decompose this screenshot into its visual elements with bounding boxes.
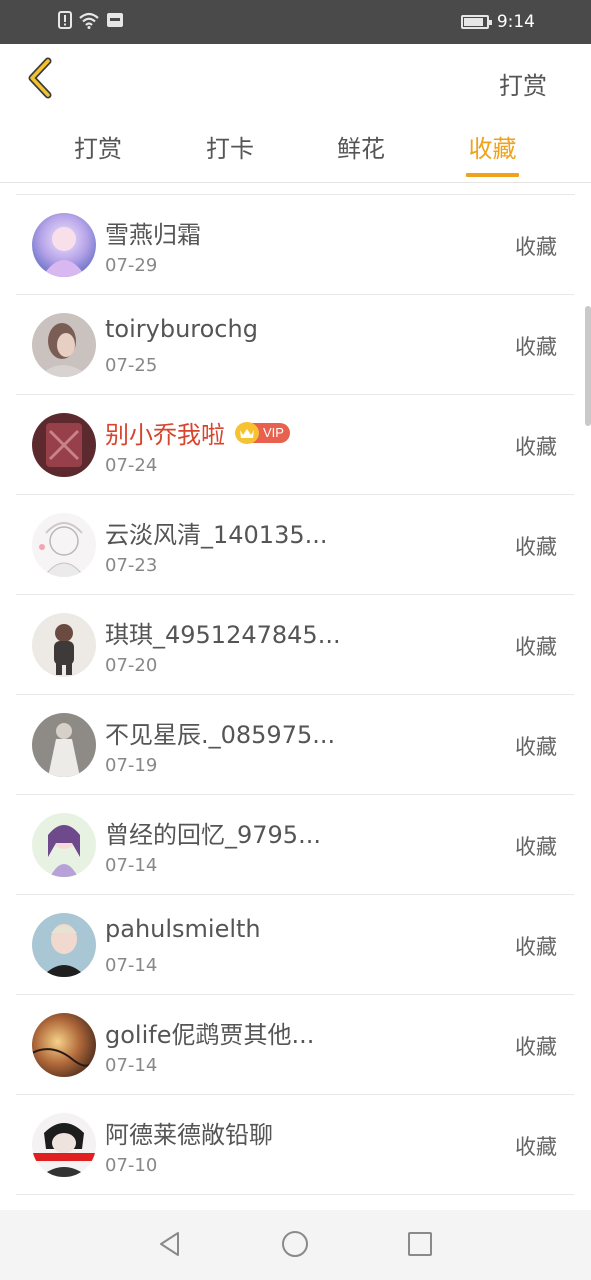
tab-label: 鲜花 bbox=[337, 135, 385, 163]
avatar[interactable] bbox=[32, 513, 96, 577]
date: 07-20 bbox=[105, 655, 158, 676]
tab-xianhua[interactable]: 鲜花 bbox=[335, 129, 387, 175]
date: 07-14 bbox=[105, 955, 158, 976]
list-item[interactable]: pahulsmielth 07-14 收藏 bbox=[16, 895, 574, 995]
favorite-label: 收藏 bbox=[515, 1035, 557, 1059]
favorite-label: 收藏 bbox=[515, 835, 557, 859]
back-button[interactable] bbox=[18, 56, 62, 104]
avatar[interactable] bbox=[32, 313, 96, 377]
date: 07-14 bbox=[105, 855, 158, 876]
tab-label: 打赏 bbox=[74, 135, 122, 163]
status-icons-right: 9:14 bbox=[460, 10, 535, 34]
wifi-icon bbox=[78, 11, 100, 33]
nav-home-button[interactable] bbox=[277, 1228, 313, 1264]
nav-recents-button[interactable] bbox=[402, 1228, 438, 1264]
back-triangle-icon bbox=[156, 1230, 184, 1262]
nav-back-button[interactable] bbox=[152, 1228, 188, 1264]
date: 07-29 bbox=[105, 255, 158, 276]
alert-icon bbox=[58, 11, 72, 33]
tab-label: 收藏 bbox=[468, 135, 517, 163]
tab-label: 打卡 bbox=[206, 135, 254, 163]
list-item[interactable]: 不见星辰._085975... 07-19 收藏 bbox=[16, 695, 574, 795]
user-name: golife伲鹉贾其他... bbox=[105, 1021, 315, 1049]
user-name: 云淡风清_140135... bbox=[105, 521, 328, 549]
user-name: 不见星辰._085975... bbox=[105, 721, 336, 749]
avatar[interactable] bbox=[32, 1013, 96, 1077]
tab-bar: 打赏 打卡 鲜花 收藏 bbox=[0, 119, 591, 183]
user-name: 别小乔我啦 VIP bbox=[105, 415, 290, 450]
tab-dashang[interactable]: 打赏 bbox=[72, 129, 124, 175]
list-item[interactable]: 曾经的回忆_9795... 07-14 收藏 bbox=[16, 795, 574, 895]
avatar[interactable] bbox=[32, 613, 96, 677]
avatar[interactable] bbox=[32, 413, 96, 477]
status-bar: 9:14 bbox=[0, 0, 591, 44]
favorite-label: 收藏 bbox=[515, 635, 557, 659]
favorite-label: 收藏 bbox=[515, 535, 557, 559]
list-item[interactable]: toiryburochg 07-25 收藏 bbox=[16, 295, 574, 395]
recents-square-icon bbox=[406, 1230, 434, 1262]
list-item[interactable]: 云淡风清_140135... 07-23 收藏 bbox=[16, 495, 574, 595]
avatar[interactable] bbox=[32, 213, 96, 277]
user-name: 阿德莱德敞铅聊 bbox=[105, 1121, 273, 1149]
sms-icon bbox=[106, 12, 124, 32]
home-circle-icon bbox=[281, 1230, 309, 1262]
tip-action-button[interactable]: 打赏 bbox=[499, 66, 547, 101]
active-tab-indicator bbox=[466, 173, 519, 177]
list-item[interactable]: golife伲鹉贾其他... 07-14 收藏 bbox=[16, 995, 574, 1095]
list-item[interactable]: 别小乔我啦 VIP 07-24 收藏 bbox=[16, 395, 574, 495]
date: 07-19 bbox=[105, 755, 158, 776]
favorite-label: 收藏 bbox=[515, 735, 557, 759]
user-name: 雪燕归霜 bbox=[105, 221, 201, 249]
avatar[interactable] bbox=[32, 913, 96, 977]
date: 07-10 bbox=[105, 1155, 158, 1176]
avatar[interactable] bbox=[32, 713, 96, 777]
user-name: 曾经的回忆_9795... bbox=[105, 821, 321, 849]
date: 07-24 bbox=[105, 455, 158, 476]
user-name: 琪琪_4951247845... bbox=[105, 621, 341, 649]
user-name-text: 别小乔我啦 bbox=[105, 421, 225, 449]
scrollbar[interactable] bbox=[585, 306, 591, 426]
date: 07-23 bbox=[105, 555, 158, 576]
favorite-label: 收藏 bbox=[515, 435, 557, 459]
system-nav-bar bbox=[0, 1210, 591, 1280]
avatar[interactable] bbox=[32, 1113, 96, 1177]
user-name: toiryburochg bbox=[105, 315, 258, 343]
vip-badge: VIP bbox=[235, 421, 290, 444]
list-item[interactable]: 琪琪_4951247845... 07-20 收藏 bbox=[16, 595, 574, 695]
status-icons-left bbox=[58, 11, 124, 33]
favorite-label: 收藏 bbox=[515, 935, 557, 959]
date: 07-25 bbox=[105, 355, 158, 376]
header: 打赏 bbox=[0, 44, 591, 119]
tab-daka[interactable]: 打卡 bbox=[204, 129, 256, 175]
favorite-label: 收藏 bbox=[515, 235, 557, 259]
battery-icon bbox=[460, 15, 492, 29]
date: 07-14 bbox=[105, 1055, 158, 1076]
avatar[interactable] bbox=[32, 813, 96, 877]
tab-shoucang[interactable]: 收藏 bbox=[466, 129, 519, 177]
list-item[interactable]: 阿德莱德敞铅聊 07-10 收藏 bbox=[16, 1095, 574, 1195]
crown-icon bbox=[235, 421, 259, 444]
favorite-label: 收藏 bbox=[515, 1135, 557, 1159]
user-name: pahulsmielth bbox=[105, 915, 261, 943]
favorites-list[interactable]: 雪燕归霜 07-29 收藏 toiryburochg 07-25 收藏 别小乔我… bbox=[0, 183, 591, 1210]
status-time: 9:14 bbox=[496, 12, 535, 32]
chevron-left-icon bbox=[26, 57, 54, 103]
favorite-label: 收藏 bbox=[515, 335, 557, 359]
list-item[interactable]: 雪燕归霜 07-29 收藏 bbox=[16, 195, 574, 295]
